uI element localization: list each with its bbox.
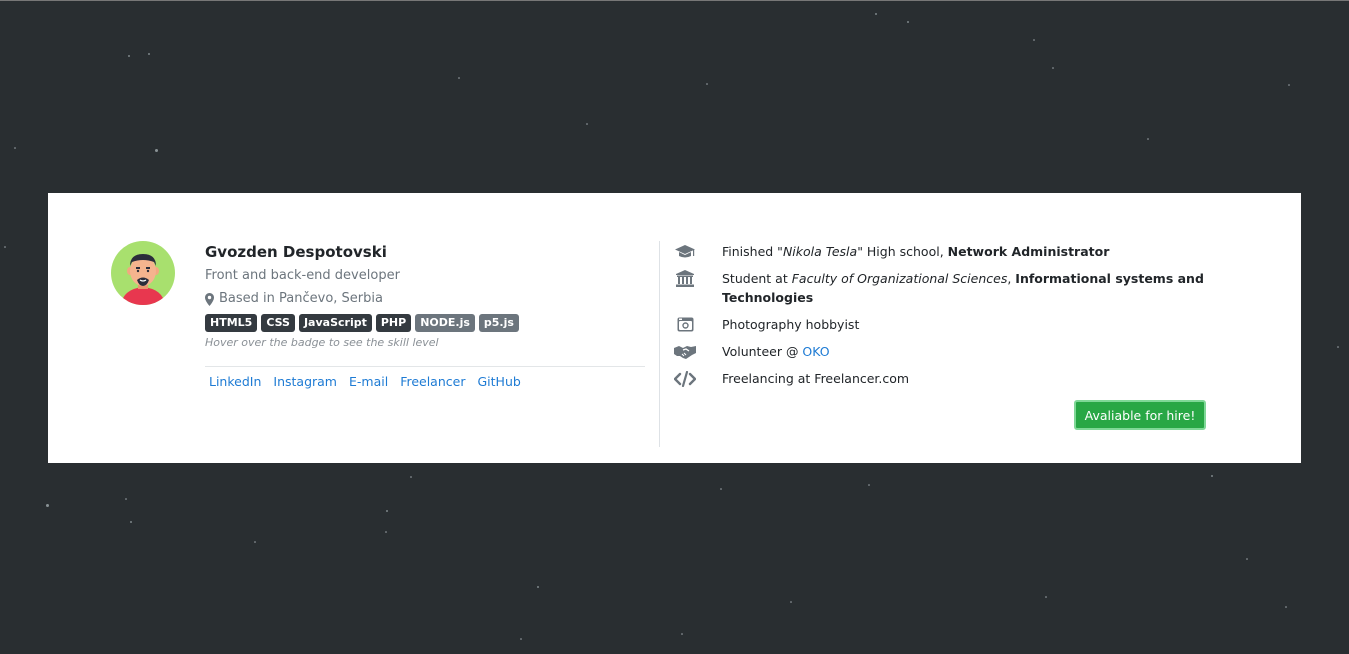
social-links: LinkedIn Instagram E-mail Freelancer Git… — [205, 374, 645, 390]
hobby-text: Photography hobbyist — [722, 317, 860, 332]
profile-role: Front and back-end developer — [205, 268, 400, 283]
avatar — [111, 241, 175, 305]
detail-volunteer: Volunteer @ OKO — [674, 342, 1204, 361]
badge-p5js[interactable]: p5.js — [478, 314, 519, 332]
education-text: Finished "Nikola Tesla" High school, Net… — [722, 244, 1110, 259]
linkedin-link[interactable]: LinkedIn — [209, 374, 261, 390]
instagram-link[interactable]: Instagram — [273, 374, 337, 390]
badge-nodejs[interactable]: NODE.js — [415, 314, 475, 332]
profile-location: Based in Pančevo, Serbia — [205, 290, 645, 308]
oko-link[interactable]: OKO — [802, 344, 829, 359]
freelance-text: Freelancing at Freelancer.com — [722, 371, 910, 386]
code-icon — [674, 370, 696, 387]
location-text: Based in Pančevo, Serbia — [219, 291, 383, 306]
handshake-icon — [674, 345, 696, 359]
badge-javascript[interactable]: JavaScript — [298, 314, 372, 332]
badge-html5[interactable]: HTML5 — [205, 314, 258, 332]
profile-details: Finished "Nikola Tesla" High school, Net… — [674, 241, 1204, 388]
detail-freelance: Freelancing at Freelancer.com — [674, 369, 1204, 388]
page: Gvozden Despotovski Front and back-end d… — [0, 0, 1349, 654]
badge-css[interactable]: CSS — [261, 314, 295, 332]
email-link[interactable]: E-mail — [349, 374, 388, 390]
badge-php[interactable]: PHP — [375, 314, 412, 332]
github-link[interactable]: GitHub — [477, 374, 520, 390]
detail-university: Student at Faculty of Organizational Sci… — [674, 269, 1204, 307]
freelancer-link[interactable]: Freelancer — [400, 374, 465, 390]
graduation-cap-icon — [675, 244, 695, 257]
map-marker-icon — [205, 292, 214, 306]
volunteer-text: Volunteer @ OKO — [722, 344, 830, 359]
profile-card: Gvozden Despotovski Front and back-end d… — [48, 193, 1301, 463]
camera-icon — [677, 317, 693, 332]
university-icon — [676, 270, 694, 287]
hire-button[interactable]: Avaliable for hire! — [1074, 400, 1206, 430]
profile-name: Gvozden Despotovski — [205, 243, 387, 261]
university-text: Student at Faculty of Organizational Sci… — [722, 271, 1204, 305]
detail-education: Finished "Nikola Tesla" High school, Net… — [674, 242, 1204, 261]
skill-badges: HTML5 CSS JavaScript PHP NODE.js p5.js — [205, 314, 645, 332]
detail-hobby: Photography hobbyist — [674, 315, 1204, 334]
divider — [205, 366, 645, 367]
profile-summary: Gvozden Despotovski Front and back-end d… — [205, 241, 645, 390]
vertical-divider — [659, 241, 660, 447]
badge-hint: Hover over the badge to see the skill le… — [205, 336, 439, 349]
